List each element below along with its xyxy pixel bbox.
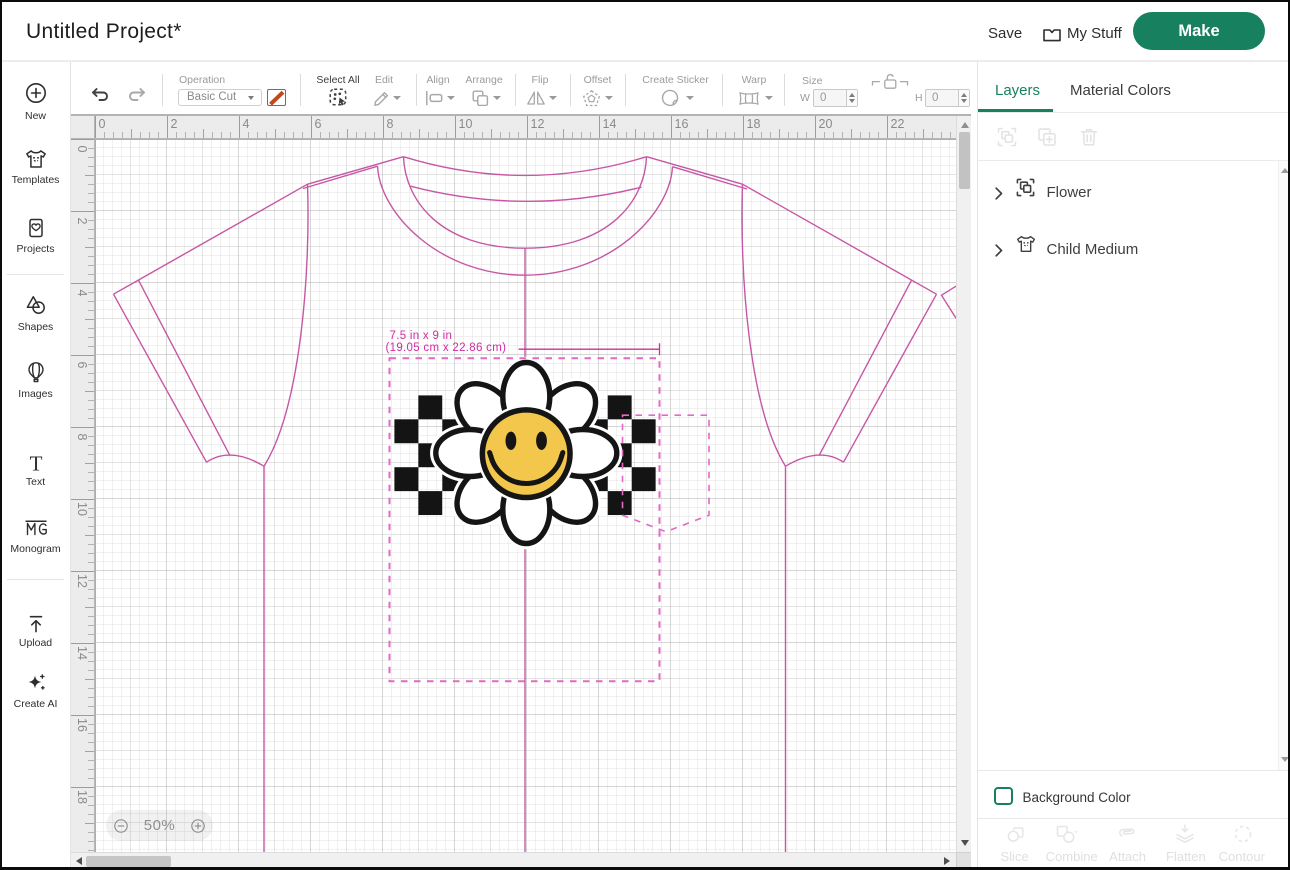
svg-text:7.5 in x 9 in: 7.5 in x 9 in: [389, 330, 452, 342]
svg-text:(19.05 cm x 22.86 cm): (19.05 cm x 22.86 cm): [385, 342, 506, 354]
svg-text:T: T: [29, 452, 42, 476]
